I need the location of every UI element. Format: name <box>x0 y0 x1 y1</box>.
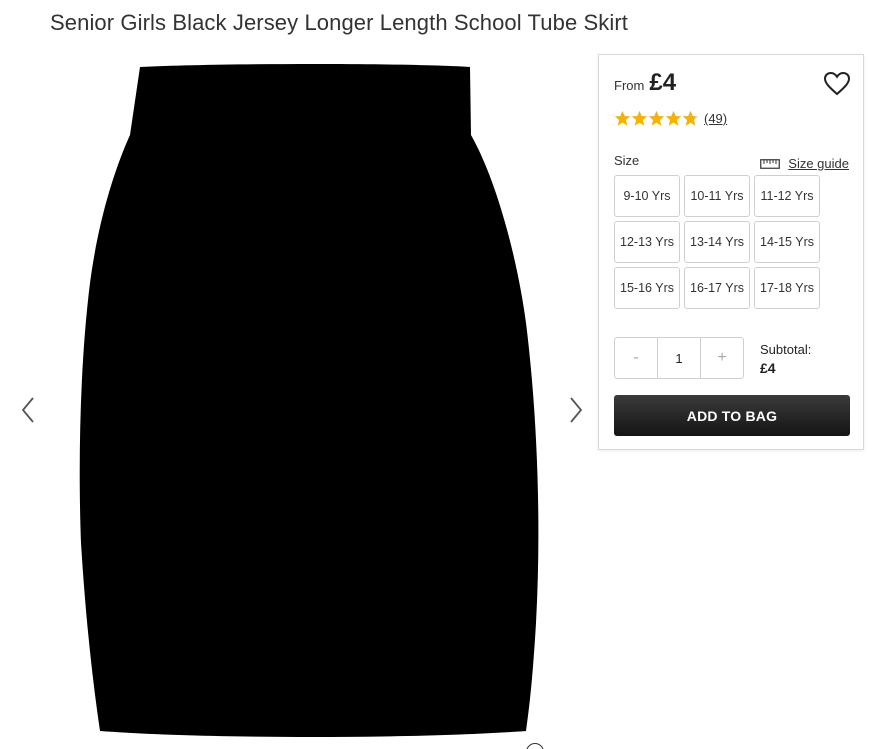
price-row: From £4 <box>614 69 676 97</box>
ruler-icon <box>760 158 781 169</box>
star-icon <box>648 110 665 126</box>
size-option[interactable]: 10-11 Yrs <box>684 175 750 217</box>
subtotal-label: Subtotal: <box>760 342 812 357</box>
chevron-left-icon <box>21 397 34 423</box>
size-options: 9-10 Yrs 10-11 Yrs 11-12 Yrs 12-13 Yrs 1… <box>614 175 820 309</box>
next-image-button[interactable] <box>565 395 589 425</box>
star-icon <box>665 110 682 126</box>
subtotal-amount: £4 <box>760 360 776 376</box>
rating: (49) <box>614 110 727 127</box>
size-option[interactable]: 9-10 Yrs <box>614 175 680 217</box>
zoom-icon[interactable] <box>526 743 544 749</box>
product-image <box>79 64 539 737</box>
product-price: £4 <box>649 69 677 96</box>
quantity-stepper: - 1 + <box>614 337 744 379</box>
size-option[interactable]: 17-18 Yrs <box>754 267 820 309</box>
add-to-bag-button[interactable]: ADD TO BAG <box>614 395 850 436</box>
size-option[interactable]: 13-14 Yrs <box>684 221 750 263</box>
size-option[interactable]: 15-16 Yrs <box>614 267 680 309</box>
size-guide-link[interactable]: Size guide <box>760 156 849 171</box>
star-icon <box>614 110 631 126</box>
quantity-input[interactable]: 1 <box>657 338 701 378</box>
size-guide-label: Size guide <box>788 156 849 171</box>
size-label: Size <box>614 153 640 168</box>
product-gallery <box>0 55 600 749</box>
star-icon <box>631 110 648 126</box>
review-count-link[interactable]: (49) <box>704 111 727 126</box>
size-option[interactable]: 14-15 Yrs <box>754 221 820 263</box>
wishlist-button[interactable] <box>823 71 851 97</box>
size-option[interactable]: 12-13 Yrs <box>614 221 680 263</box>
subtotal: Subtotal: £4 <box>760 341 811 377</box>
chevron-right-icon <box>570 397 583 423</box>
product-page: Senior Girls Black Jersey Longer Length … <box>0 0 893 749</box>
size-option[interactable]: 16-17 Yrs <box>684 267 750 309</box>
decrease-quantity-button[interactable]: - <box>615 338 657 378</box>
purchase-panel: From £4 (49) Size Size guide 9-10 Yrs 10… <box>598 54 864 450</box>
star-rating <box>614 110 699 127</box>
product-title: Senior Girls Black Jersey Longer Length … <box>50 10 628 35</box>
star-half-icon <box>682 110 699 126</box>
increase-quantity-button[interactable]: + <box>701 338 743 378</box>
heart-icon <box>823 71 851 96</box>
from-label: From <box>614 78 645 93</box>
previous-image-button[interactable] <box>17 395 41 425</box>
size-option[interactable]: 11-12 Yrs <box>754 175 820 217</box>
